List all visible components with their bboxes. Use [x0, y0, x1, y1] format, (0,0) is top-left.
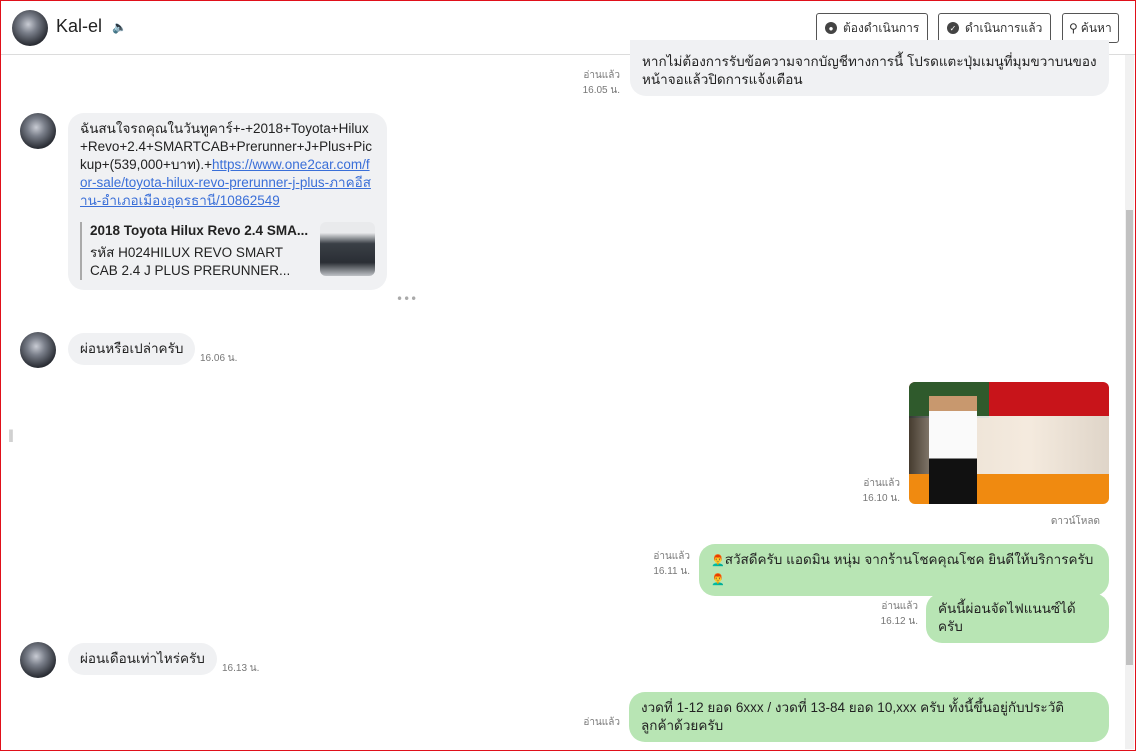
read-status: อ่านแล้ว [863, 478, 900, 489]
message-bubble: ฉันสนใจรถคุณในวันทูคาร์+-+2018+Toyota+Hi… [68, 113, 387, 290]
message-bubble: หากไม่ต้องการรับข้อความจากบัญชีทางการนี้… [630, 40, 1109, 96]
message-bubble: ผ่อนหรือเปล่าครับ [68, 333, 196, 365]
search-button[interactable]: ⚲ ค้นหา [1062, 13, 1119, 43]
message-meta: อ่านแล้ว 16.11 น. [630, 549, 690, 579]
resize-handle[interactable]: ‖ [8, 428, 14, 442]
message-time: 16.13 น. [222, 663, 260, 674]
message-meta: อ่านแล้ว 16.05 น. [560, 68, 620, 98]
scrollbar-thumb[interactable] [1126, 210, 1133, 665]
needs-action-label: ต้องดำเนินการ [843, 20, 920, 35]
contact-avatar[interactable] [20, 332, 56, 368]
message-meta: อ่านแล้ว 16.10 น. [840, 476, 900, 506]
message-bubble: งวดที่ 1-12 ยอด 6xxx / งวดที่ 13-84 ยอด … [629, 692, 1109, 742]
download-link[interactable]: ดาวน์โหลด [1030, 514, 1100, 529]
emoji-icon: 👨‍🦰 [711, 555, 725, 567]
check-bubble-icon: ✓ [947, 22, 959, 34]
search-label: ค้นหา [1080, 20, 1112, 35]
read-status: อ่านแล้ว [583, 70, 620, 81]
message-time: 16.11 น. [653, 566, 690, 577]
ad-image[interactable] [909, 382, 1109, 504]
message-time: 16.10 น. [862, 493, 900, 504]
message-time: 16.12 น. [880, 616, 918, 627]
more-options-icon[interactable]: ••• [396, 292, 417, 306]
read-status: อ่านแล้ว [881, 601, 918, 612]
speech-bubble-icon: ● [825, 22, 837, 34]
preview-description: รหัส H024HILUX REVO SMART CAB 2.4 J PLUS… [90, 245, 291, 278]
speaker-icon[interactable]: 🔈 [112, 20, 127, 34]
contact-avatar[interactable] [20, 113, 56, 149]
read-status: อ่านแล้ว [653, 551, 690, 562]
message-time: 16.06 น. [200, 353, 238, 364]
message-time: 16.05 น. [582, 85, 620, 96]
link-preview[interactable]: 2018 Toyota Hilux Revo 2.4 SMA... รหัส H0… [80, 222, 375, 280]
message-meta: อ่านแล้ว 16.12 น. [858, 599, 918, 629]
emoji-icon: 👨‍🦰 [711, 574, 725, 586]
message-text: สวัสดีครับ แอดมิน หนุ่ม จากร้านโชคคุณโชค… [724, 552, 1094, 567]
contact-name: Kal-el [56, 16, 103, 36]
preview-thumbnail [320, 222, 375, 276]
contact-avatar[interactable] [12, 10, 48, 46]
done-button[interactable]: ✓ ดำเนินการแล้ว [938, 13, 1052, 43]
read-status: อ่านแล้ว [583, 717, 620, 728]
done-label: ดำเนินการแล้ว [965, 20, 1043, 35]
scrollbar[interactable] [1125, 55, 1134, 749]
message-bubble: คันนี้ผ่อนจัดไฟแนนซ์ได้ครับ [926, 593, 1109, 643]
search-icon: ⚲ [1069, 21, 1078, 35]
contact-avatar[interactable] [20, 642, 56, 678]
preview-title: 2018 Toyota Hilux Revo 2.4 SMA... [90, 223, 309, 238]
message-bubble: 👨‍🦰สวัสดีครับ แอดมิน หนุ่ม จากร้านโชคคุณ… [699, 544, 1109, 596]
message-bubble: ผ่อนเดือนเท่าไหร่ครับ [68, 643, 217, 675]
needs-action-button[interactable]: ● ต้องดำเนินการ [816, 13, 929, 43]
